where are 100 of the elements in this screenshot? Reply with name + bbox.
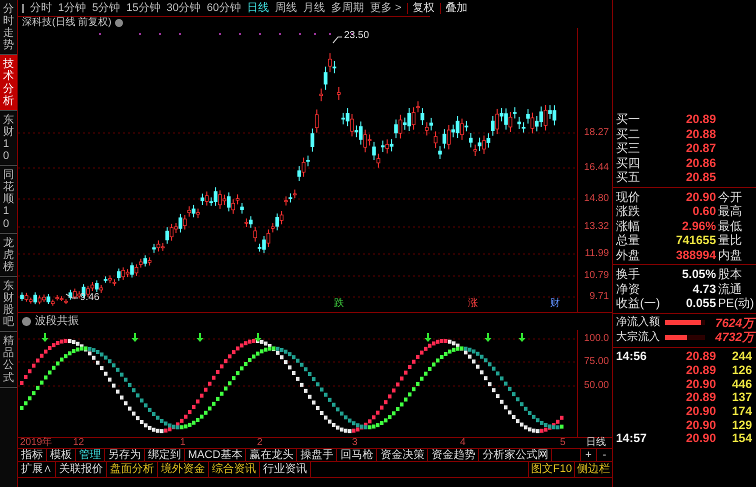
indicator-tab[interactable]: 资金决策 bbox=[377, 449, 428, 461]
side-button[interactable]: 图文F10 bbox=[528, 462, 574, 477]
down-arrow-icon bbox=[42, 333, 48, 342]
toolbar-button[interactable]: 复权 bbox=[407, 2, 434, 14]
quote-label: 量比 bbox=[717, 234, 742, 246]
stat-label: 换手 bbox=[616, 268, 641, 280]
quote-value: 2.96% bbox=[680, 220, 716, 232]
low-price-label: 9.46 bbox=[80, 293, 100, 303]
bottom-tab[interactable]: 关联报价 bbox=[56, 462, 107, 477]
quote-label: 最高 bbox=[717, 205, 742, 218]
sidebar-tab[interactable]: 东财10 bbox=[0, 110, 17, 166]
period-tab[interactable]: 60分钟 bbox=[206, 2, 241, 14]
stat-label: 股本 bbox=[717, 268, 742, 280]
indicator-tab[interactable]: 赢在龙头 bbox=[246, 449, 298, 461]
stat-value: 0.055 bbox=[684, 297, 716, 310]
period-tab[interactable]: 周线 bbox=[275, 2, 297, 14]
indicator-tab[interactable]: 另存为 bbox=[105, 449, 145, 461]
tick-time: 14:56 bbox=[616, 350, 648, 362]
bottom-tab[interactable]: 境外资金 bbox=[158, 462, 209, 477]
period-tab[interactable]: 30分钟 bbox=[166, 2, 201, 14]
bottom-tab[interactable]: 扩展∧ bbox=[18, 462, 56, 477]
axis-label: 14.80 bbox=[584, 194, 609, 204]
bottom-tab[interactable]: 盘面分析 bbox=[107, 462, 158, 477]
indicator-tab[interactable]: 操盘手 bbox=[297, 449, 338, 461]
axis-label: 9.71 bbox=[590, 292, 609, 302]
indicator-tab[interactable]: 回马枪 bbox=[337, 449, 378, 461]
period-tab[interactable]: 15分钟 bbox=[126, 2, 160, 14]
bottom-tab[interactable]: 行业资讯 bbox=[260, 462, 311, 477]
down-arrow-icon bbox=[196, 333, 204, 342]
bid-price: 20.87 bbox=[684, 142, 716, 154]
sidebar-tab[interactable]: 同花顺10 bbox=[0, 166, 17, 234]
axis-label: 11.99 bbox=[584, 249, 609, 259]
period-tab[interactable]: 5分钟 bbox=[92, 2, 120, 14]
date-label: 3 bbox=[352, 438, 358, 448]
indicator-tab[interactable]: 资金趋势 bbox=[428, 449, 480, 461]
high-price-label: 23.50 bbox=[344, 31, 370, 41]
tick-price: 20.89 bbox=[684, 350, 716, 362]
down-arrow-icon bbox=[132, 333, 138, 342]
bottom-tab[interactable]: 综合资讯 bbox=[209, 462, 260, 477]
date-label: 5 bbox=[560, 438, 566, 448]
axis-label: 50.00 bbox=[584, 381, 609, 391]
axis-label: 16.44 bbox=[584, 163, 609, 173]
zoom-button[interactable]: - bbox=[596, 449, 612, 461]
bid-price: 20.89 bbox=[684, 113, 716, 126]
period-tab[interactable]: 月线 bbox=[303, 2, 325, 14]
quote-label: 现价 bbox=[616, 190, 641, 203]
tick-price: 20.89 bbox=[684, 364, 716, 376]
indicator-tab[interactable]: 模板 bbox=[47, 449, 76, 461]
bid-label: 买五 bbox=[616, 171, 641, 184]
tick-price: 20.90 bbox=[684, 418, 716, 431]
period-label: 日线 bbox=[586, 438, 606, 448]
axis-label: 10.79 bbox=[584, 271, 609, 281]
quote-label: 内盘 bbox=[717, 248, 742, 261]
axis-label: 18.27 bbox=[584, 128, 609, 138]
bid-price: 20.85 bbox=[684, 171, 716, 184]
sidebar-tab[interactable]: 技术分析 bbox=[0, 55, 17, 111]
date-label: 4 bbox=[460, 438, 466, 448]
down-arrow-icon bbox=[484, 333, 492, 342]
stat-label: PE(动) bbox=[717, 297, 754, 310]
dropdown-icon[interactable] bbox=[115, 18, 124, 26]
bid-label: 买四 bbox=[616, 156, 641, 169]
tick-volume: 446 bbox=[730, 378, 752, 390]
stat-label: 净资 bbox=[616, 282, 641, 295]
settings-icon[interactable] bbox=[22, 317, 31, 326]
axis-label: 13.32 bbox=[584, 222, 609, 232]
indicator-title: 波段共振 bbox=[35, 314, 79, 330]
quote-value: 20.90 bbox=[684, 190, 716, 203]
bid-price: 20.86 bbox=[684, 156, 716, 169]
quote-label: 外盘 bbox=[616, 248, 641, 261]
sidebar-tab[interactable]: 东财股吧 bbox=[0, 276, 17, 332]
period-tab[interactable]: 多周期 bbox=[331, 2, 364, 14]
date-label: 2 bbox=[257, 438, 263, 448]
sidebar-tab[interactable]: 龙虎榜 bbox=[0, 234, 17, 277]
indicator-tab[interactable]: 分析家公式网 bbox=[479, 449, 552, 461]
side-button[interactable]: 侧边栏 bbox=[574, 462, 612, 477]
indicator-tab[interactable]: 指标 bbox=[18, 449, 47, 461]
quote-label: 涨跌 bbox=[616, 205, 641, 218]
flow-label: 净流入额 bbox=[616, 317, 661, 328]
period-tab[interactable]: 分时 bbox=[30, 2, 52, 14]
down-arrow-icon bbox=[424, 333, 432, 342]
quote-label: 涨幅 bbox=[616, 220, 641, 232]
period-tab[interactable]: 1分钟 bbox=[58, 2, 86, 14]
date-label: 1 bbox=[180, 438, 186, 448]
indicator-tab[interactable]: 管理 bbox=[76, 449, 105, 461]
zoom-button[interactable]: + bbox=[580, 449, 596, 461]
tick-price: 20.90 bbox=[684, 432, 716, 444]
date-label: 12 bbox=[73, 438, 84, 448]
indicator-tab[interactable]: 绑定到 bbox=[145, 449, 185, 461]
period-tab[interactable]: 日线 bbox=[247, 2, 269, 14]
axis-label: 75.00 bbox=[584, 357, 609, 367]
quote-value: 388994 bbox=[674, 248, 716, 261]
toolbar-button[interactable]: 叠加 bbox=[440, 2, 468, 14]
flow-label: 大宗流入 bbox=[616, 332, 661, 343]
quote-label: 今开 bbox=[717, 190, 742, 203]
tick-price: 20.90 bbox=[684, 405, 716, 418]
flow-value: 4732万 bbox=[715, 331, 756, 344]
indicator-tab[interactable]: MACD基本 bbox=[185, 449, 246, 461]
axis-label: 100.0 bbox=[584, 334, 609, 344]
sidebar-tab[interactable]: 精品公式 bbox=[0, 332, 17, 388]
period-tab[interactable]: 更多 > bbox=[370, 2, 402, 14]
